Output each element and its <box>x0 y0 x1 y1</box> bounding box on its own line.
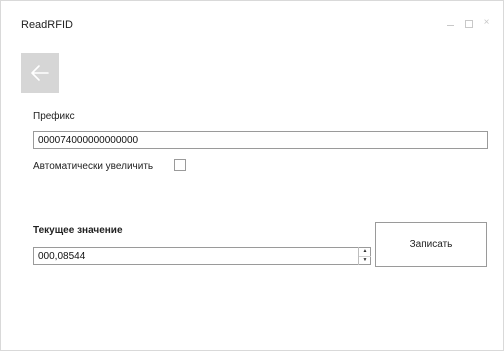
back-button[interactable] <box>21 53 59 93</box>
auto-increment-checkbox[interactable] <box>174 159 186 171</box>
window-title: ReadRFID <box>21 19 73 31</box>
minimize-button[interactable] <box>446 18 455 28</box>
auto-increment-label: Автоматически увеличить <box>33 161 154 172</box>
maximize-button[interactable] <box>464 18 473 28</box>
close-button[interactable]: × <box>482 18 491 28</box>
current-value-input[interactable]: 000,08544 <box>33 247 371 265</box>
window-controls: × <box>446 18 491 28</box>
app-window: ReadRFID × Префикс 000074000000000000 Ав… <box>0 0 504 351</box>
title-bar[interactable]: ReadRFID × <box>1 1 503 45</box>
prefix-input[interactable]: 000074000000000000 <box>33 131 488 149</box>
current-value-label: Текущее значение <box>33 225 123 236</box>
spin-down-icon[interactable]: ▼ <box>359 256 371 265</box>
write-button[interactable]: Записать <box>375 222 487 267</box>
back-arrow-icon <box>31 65 49 81</box>
prefix-label: Префикс <box>33 111 75 122</box>
value-spinner: ▲ ▼ <box>358 247 371 265</box>
